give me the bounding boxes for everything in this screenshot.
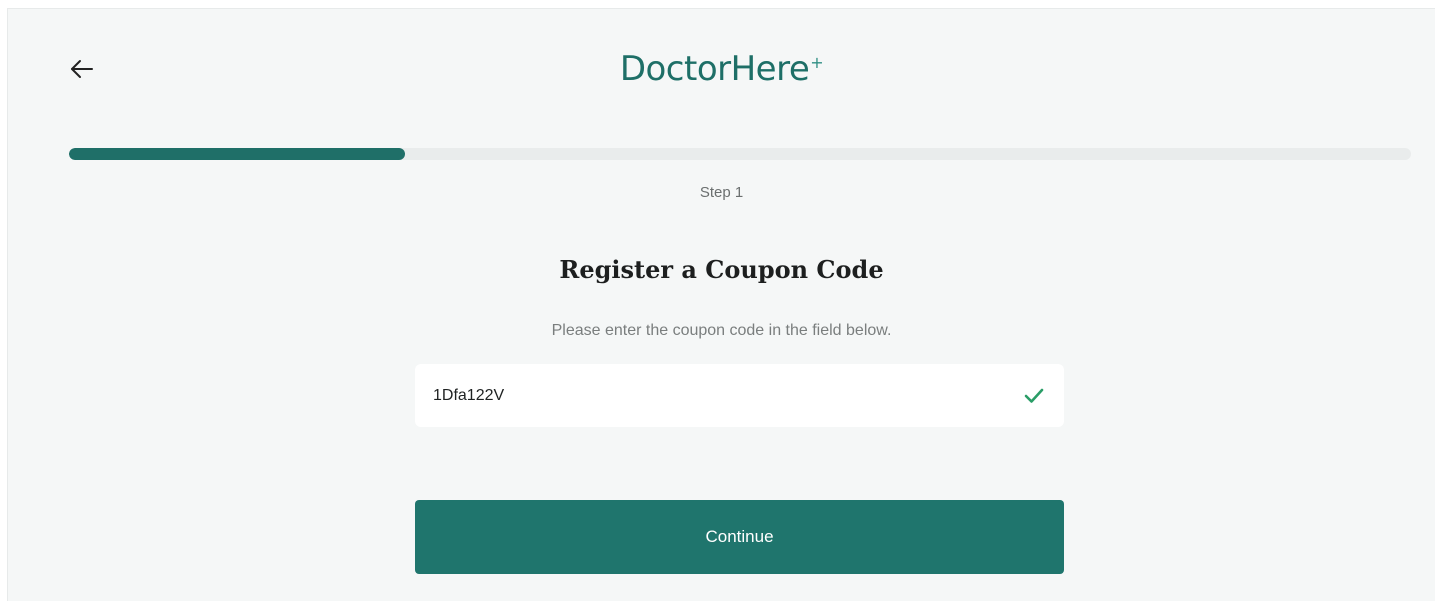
page-frame: DoctorHere+ Step 1 Register a Coupon Cod… [7, 8, 1435, 601]
step-label: Step 1 [699, 184, 744, 201]
page-title: Register a Coupon Code [559, 255, 884, 284]
coupon-code-input[interactable]: 1Dfa122V [415, 364, 1064, 427]
brand-name: DoctorHere [619, 49, 810, 89]
coupon-code-value[interactable]: 1Dfa122V [433, 387, 1022, 405]
instructions-text: Please enter the coupon code in the fiel… [551, 322, 892, 339]
progress-bar [69, 148, 1411, 160]
check-icon [1022, 384, 1046, 408]
brand-logo: DoctorHere+ [8, 49, 1435, 89]
brand-plus-mark: + [810, 52, 824, 72]
continue-button[interactable]: Continue [415, 500, 1064, 574]
continue-button-label: Continue [705, 527, 774, 546]
progress-fill [69, 148, 405, 160]
